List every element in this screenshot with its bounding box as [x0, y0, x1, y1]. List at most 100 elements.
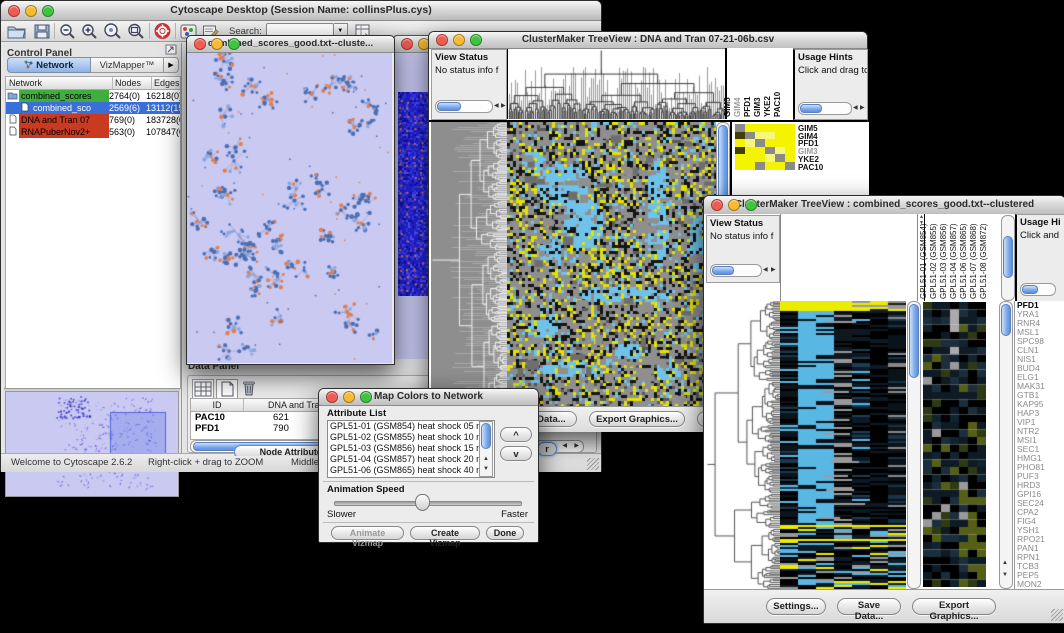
treeview2-titlebar[interactable]: ClusterMaker TreeView : combined_scores_…: [704, 196, 1064, 215]
summary-cell[interactable]: [755, 139, 765, 147]
scroll-left-icon[interactable]: ◀: [494, 103, 499, 110]
close-button[interactable]: [8, 5, 20, 17]
scroll-left-icon[interactable]: ◀: [853, 105, 858, 112]
vscroll-thumb[interactable]: [909, 304, 919, 378]
trash-icon[interactable]: [240, 379, 258, 397]
column-labels[interactable]: GIM5GIM4PFD1GIM3YKE2PAC10: [725, 48, 793, 119]
global-heatmap-canvas[interactable]: [507, 122, 716, 406]
zoom-selected-icon[interactable]: [103, 23, 122, 39]
move-up-button[interactable]: ^: [500, 427, 532, 442]
vscroll-thumb[interactable]: [1001, 304, 1011, 336]
list-item[interactable]: GPL51-07 (GSM868) heat shock 60 min: [328, 476, 494, 478]
resize-grip[interactable]: [1051, 609, 1063, 621]
summary-cell[interactable]: [785, 162, 795, 170]
list-item[interactable]: HAP3: [1017, 409, 1057, 418]
list-item[interactable]: RPO21: [1017, 535, 1057, 544]
close-button[interactable]: [401, 38, 413, 50]
move-down-button[interactable]: v: [500, 446, 532, 461]
summary-cell[interactable]: [745, 132, 755, 140]
minimize-button[interactable]: [453, 34, 465, 46]
list-item[interactable]: PEP5: [1017, 571, 1057, 580]
summary-cell[interactable]: [765, 124, 775, 132]
list-item[interactable]: SEC1: [1017, 445, 1057, 454]
column-tree-area[interactable]: [780, 214, 918, 301]
open-file-icon[interactable]: [7, 24, 26, 39]
list-item[interactable]: GPL51-07 (GSM868): [969, 223, 978, 299]
list-item[interactable]: GIM4: [733, 97, 742, 117]
minimize-button[interactable]: [343, 391, 355, 403]
summary-cell[interactable]: [765, 132, 775, 140]
list-item[interactable]: GPL51-06 (GSM865): [959, 223, 968, 299]
list-item[interactable]: RPN1: [1017, 553, 1057, 562]
minimize-button[interactable]: [25, 5, 37, 17]
summary-cell[interactable]: [765, 147, 775, 155]
new-attribute-icon[interactable]: [216, 379, 238, 399]
attribute-list-vscrollbar[interactable]: ▲ ▼: [479, 421, 493, 477]
row-dendrogram-canvas[interactable]: [706, 301, 780, 589]
list-item[interactable]: PHO81: [1017, 463, 1057, 472]
treeview2-column-labels[interactable]: GPL51-01 (GSM854)GPL51-02 (GSM855)GPL51-…: [924, 214, 1015, 301]
list-item[interactable]: MSI1: [1017, 436, 1057, 445]
create-vizmap-button[interactable]: Create Vizmap: [410, 526, 480, 540]
summary-cell[interactable]: [765, 154, 775, 162]
list-item[interactable]: HMG1: [1017, 454, 1057, 463]
list-item[interactable]: TCB3: [1017, 562, 1057, 571]
dense-network-canvas[interactable]: [398, 92, 430, 296]
birdseye-canvas[interactable]: [6, 392, 176, 494]
heatmap-vscrollbar[interactable]: [907, 301, 921, 589]
summary-cell[interactable]: [775, 132, 785, 140]
usage-hints-hscrollbar[interactable]: [798, 102, 852, 115]
column-dendrogram-canvas[interactable]: [507, 49, 726, 119]
list-item[interactable]: BUD4: [1017, 364, 1057, 373]
zoom-heatmap-canvas[interactable]: [923, 302, 986, 587]
row-dendrogram-canvas[interactable]: [431, 122, 507, 406]
usage-hints-hscrollbar[interactable]: [1020, 283, 1056, 296]
dialog-titlebar[interactable]: Map Colors to Network: [319, 389, 538, 406]
summary-cell[interactable]: [755, 162, 765, 170]
list-item[interactable]: PUF3: [1017, 472, 1057, 481]
export-graphics-button[interactable]: Export Graphics...: [912, 598, 996, 615]
node-attribute-browser-tab[interactable]: Node Attribute Browser: [234, 442, 320, 456]
summary-cell[interactable]: [775, 139, 785, 147]
summary-cell[interactable]: [785, 132, 795, 140]
summary-cell[interactable]: [785, 124, 795, 132]
summary-cell[interactable]: [755, 147, 765, 155]
network-row-rnapubernov2[interactable]: RNAPuberNov2+ 563(0) 107847(0): [6, 126, 180, 138]
animate-vizmap-button[interactable]: Animate Vizmap: [331, 526, 404, 540]
list-item[interactable]: PAN1: [1017, 544, 1057, 553]
summary-cell[interactable]: [735, 132, 745, 140]
zoom-button[interactable]: [360, 391, 372, 403]
scroll-left-icon[interactable]: ◀: [562, 443, 567, 450]
global-heatmap-canvas[interactable]: [780, 301, 906, 589]
resize-grip[interactable]: [587, 458, 599, 470]
treeview1-row-labels[interactable]: GIM5GIM4PFD1GIM3YKE2PAC10: [798, 125, 823, 171]
list-item[interactable]: KAP95: [1017, 400, 1057, 409]
scroll-down-icon[interactable]: ▼: [483, 466, 489, 473]
list-item[interactable]: GPL51-02 (GSM855) heat shock 10 min: [328, 432, 494, 443]
summary-cell[interactable]: [735, 124, 745, 132]
list-item[interactable]: GPL51-06 (GSM865) heat shock 40 min: [328, 465, 494, 476]
list-item[interactable]: SPC98: [1017, 337, 1057, 346]
scroll-right-icon[interactable]: ▶: [860, 105, 865, 112]
zoom-button[interactable]: [470, 34, 482, 46]
main-titlebar[interactable]: Cytoscape Desktop (Session Name: collins…: [1, 1, 601, 21]
network-row-combined-scores[interactable]: combined_scores 2764(0) 16218(0): [6, 90, 180, 102]
zoom-in-icon[interactable]: [81, 23, 98, 39]
summary-cell[interactable]: [775, 154, 785, 162]
list-item[interactable]: GPL51-02 (GSM855): [929, 223, 938, 299]
list-item[interactable]: GPL51-08 (GSM872): [979, 223, 988, 299]
list-item[interactable]: HRD3: [1017, 481, 1057, 490]
save-icon[interactable]: [34, 24, 50, 39]
summary-cell[interactable]: [765, 139, 775, 147]
birdseye-view[interactable]: [5, 391, 179, 497]
summary-cell[interactable]: [755, 124, 765, 132]
list-item[interactable]: GPL51-03 (GSM856): [939, 223, 948, 299]
list-item[interactable]: GPL51-01 (GSM854): [919, 223, 928, 299]
list-item[interactable]: VIP1: [1017, 418, 1057, 427]
summary-cell[interactable]: [745, 154, 755, 162]
attribute-browser-tab-fragment[interactable]: r: [537, 442, 557, 456]
scroll-right-icon[interactable]: ▶: [771, 267, 776, 274]
settings-button[interactable]: Settings...: [766, 598, 826, 615]
zoom-out-icon[interactable]: [59, 23, 76, 39]
speed-slider-thumb[interactable]: [415, 494, 430, 511]
